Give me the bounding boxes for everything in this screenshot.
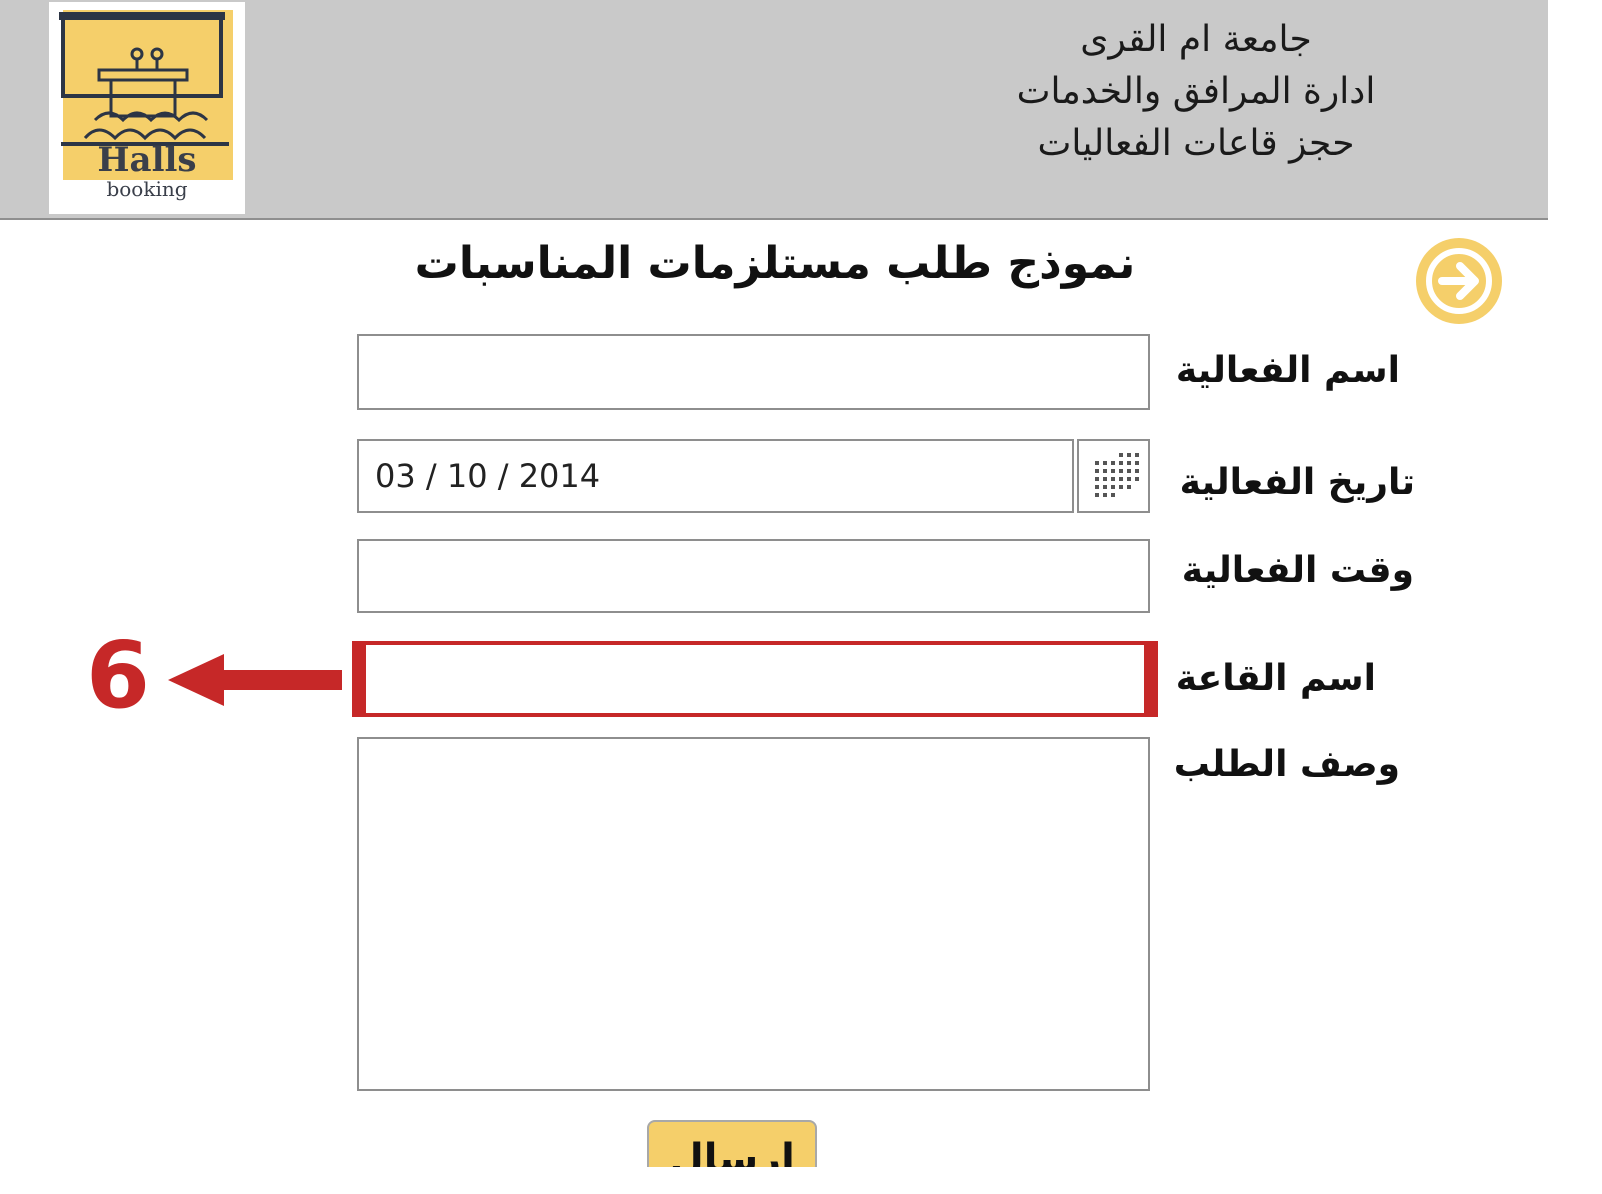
hall-name-input[interactable]	[366, 645, 1144, 713]
event-time-label: وقت الفعالية	[1181, 550, 1414, 591]
event-time-input[interactable]	[357, 539, 1150, 613]
calendar-grid-icon	[1095, 453, 1139, 497]
form-title: نموذج طلب مستلزمات المناسبات	[414, 238, 1136, 289]
next-button[interactable]	[1416, 238, 1502, 324]
university-name: جامعة ام القرى	[1080, 19, 1312, 60]
event-date-label: تاريخ الفعالية	[1179, 462, 1415, 503]
event-name-input[interactable]	[357, 334, 1150, 410]
app-header: Halls booking جامعة ام القرى ادارة المرا…	[0, 0, 1548, 220]
organization-info: جامعة ام القرى ادارة المرافق والخدمات حج…	[916, 14, 1476, 170]
annotation-step-number: 6	[86, 622, 151, 729]
logo-subtitle: booking	[106, 177, 188, 201]
department-name: ادارة المرافق والخدمات	[1016, 71, 1376, 112]
halls-booking-logo: Halls booking	[49, 2, 245, 214]
service-name: حجز قاعات الفعاليات	[1037, 123, 1355, 164]
event-date-input[interactable]: 03 / 10 / 2014	[357, 439, 1074, 513]
logo-title: Halls	[97, 140, 197, 180]
arrow-right-circle-icon	[1426, 248, 1492, 314]
request-description-textarea[interactable]	[357, 737, 1150, 1091]
annotation-arrow-icon	[168, 654, 342, 706]
viewport-bottom-edge	[0, 1167, 1602, 1194]
date-picker-button[interactable]	[1077, 439, 1150, 513]
page: Halls booking جامعة ام القرى ادارة المرا…	[0, 0, 1602, 1194]
